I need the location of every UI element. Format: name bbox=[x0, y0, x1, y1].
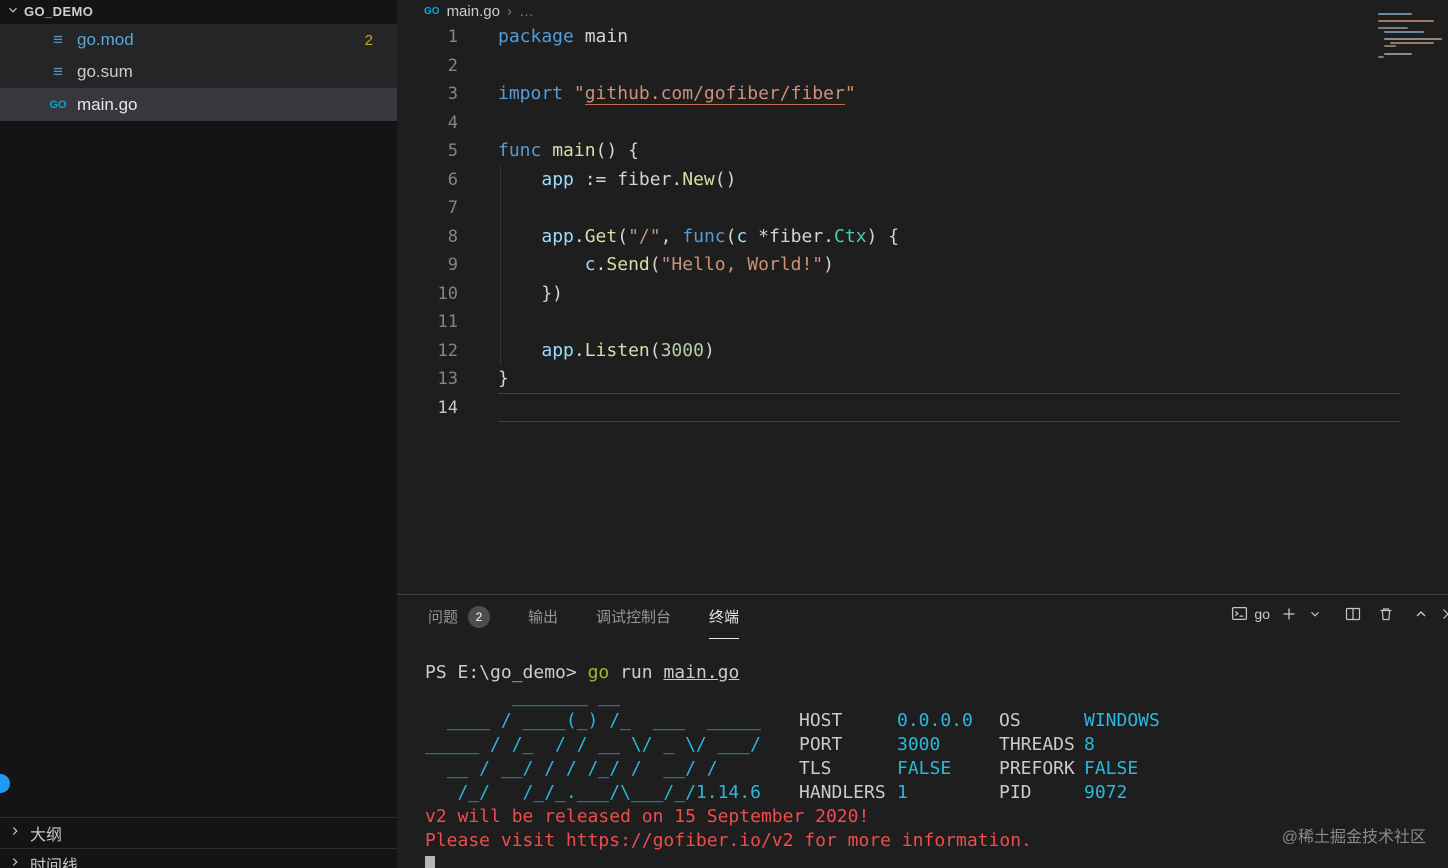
line-number: 9 bbox=[447, 255, 458, 275]
file-row-main-go[interactable]: GO main.go bbox=[0, 88, 397, 121]
terminal-icon bbox=[1231, 605, 1248, 622]
code-line: app.Get("/", func(c *fiber.Ctx) { bbox=[541, 225, 900, 247]
terminal-profile-label: go bbox=[1254, 605, 1270, 622]
problems-badge: 2 bbox=[468, 605, 491, 628]
minimap-line bbox=[1384, 45, 1396, 48]
chevron-right-icon bbox=[8, 855, 22, 868]
close-panel-button[interactable] bbox=[1440, 606, 1448, 622]
explorer-section-header[interactable]: GO_DEMO bbox=[0, 0, 397, 23]
file-name: main.go bbox=[77, 94, 138, 114]
file-row-go-sum[interactable]: ≡ go.sum bbox=[0, 56, 397, 88]
terminal-command-line: PS E:\go_demo> go run main.go bbox=[425, 662, 740, 683]
minimap[interactable] bbox=[1378, 13, 1446, 61]
banner-line: _______ __ bbox=[425, 686, 621, 707]
watermark: @稀土掘金技术社区 bbox=[1281, 829, 1426, 846]
code-line: app.Listen(3000) bbox=[541, 339, 715, 361]
line-number: 5 bbox=[447, 141, 458, 161]
tab-terminal[interactable]: 终端 bbox=[709, 595, 740, 639]
code-line: }) bbox=[498, 282, 564, 304]
code-line: } bbox=[498, 368, 509, 389]
code-line: package main bbox=[498, 26, 629, 47]
minimap-line bbox=[1384, 30, 1424, 33]
info-row: PORT 3000 THREADS 8 bbox=[799, 734, 1095, 755]
panel-tabs: 问题 2 输出 调试控制台 终端 bbox=[397, 595, 740, 639]
go-file-icon: GO bbox=[49, 98, 67, 111]
tab-output[interactable]: 输出 bbox=[528, 595, 558, 639]
breadcrumb-file[interactable]: main.go bbox=[447, 3, 500, 20]
sum-file-icon: ≡ bbox=[53, 62, 63, 81]
folder-title: GO_DEMO bbox=[24, 4, 94, 19]
sidebar-section-timeline[interactable]: 时间线 bbox=[0, 848, 397, 868]
tab-label: 问题 bbox=[428, 609, 459, 626]
minimap-line bbox=[1378, 20, 1434, 23]
section-label: 大纲 bbox=[30, 827, 63, 844]
sidebar-section-outline[interactable]: 大纲 bbox=[0, 817, 397, 848]
maximize-panel-button[interactable] bbox=[1413, 606, 1429, 622]
line-number: 1 bbox=[447, 27, 458, 47]
terminal-toolbar: go bbox=[1231, 605, 1448, 622]
line-number-active: 14 bbox=[437, 397, 458, 418]
kill-terminal-button[interactable] bbox=[1378, 606, 1394, 622]
file-name: go.sum bbox=[77, 62, 133, 81]
terminal-cursor bbox=[425, 856, 435, 868]
chevron-down-icon bbox=[6, 3, 20, 20]
code-line: func main() { bbox=[498, 140, 639, 161]
minimap-line bbox=[1378, 56, 1384, 59]
line-number: 4 bbox=[447, 112, 458, 133]
tab-label: 调试控制台 bbox=[596, 609, 672, 626]
split-terminal-button[interactable] bbox=[1345, 606, 1361, 622]
line-number: 12 bbox=[437, 340, 458, 361]
breadcrumb: GO main.go › … bbox=[397, 0, 534, 22]
tab-label: 输出 bbox=[528, 609, 559, 626]
problems-count-badge: 2 bbox=[364, 31, 373, 49]
explorer-sidebar: GO_DEMO ≡ go.mod 2 ≡ go.sum GO main.go 大… bbox=[0, 0, 397, 868]
info-row: HANDLERS 1 PID 9072 bbox=[799, 782, 1128, 803]
breadcrumb-separator-icon: › bbox=[506, 2, 512, 20]
file-name: go.mod bbox=[77, 30, 134, 49]
minimap-line bbox=[1378, 13, 1412, 15]
info-row: TLS FALSE PREFORK FALSE bbox=[799, 758, 1139, 779]
chevron-down-icon[interactable] bbox=[1308, 607, 1322, 621]
line-number: 8 bbox=[447, 226, 458, 247]
code-line: app := fiber.New() bbox=[541, 168, 737, 190]
terminal-profile[interactable]: go bbox=[1231, 605, 1270, 622]
minimap-line bbox=[1384, 38, 1442, 41]
line-number: 13 bbox=[437, 369, 458, 389]
line-number: 10 bbox=[437, 283, 458, 304]
line-number: 2 bbox=[447, 55, 458, 76]
minimap-line bbox=[1390, 41, 1434, 44]
minimap-line bbox=[1378, 27, 1408, 30]
tab-label: 终端 bbox=[709, 609, 740, 626]
code-line: import "github.com/gofiber/fiber" bbox=[498, 83, 856, 105]
minimap-line bbox=[1384, 52, 1412, 55]
code-line: c.Send("Hello, World!") bbox=[584, 254, 834, 275]
section-label: 时间线 bbox=[30, 858, 79, 868]
breadcrumb-ellipsis[interactable]: … bbox=[519, 3, 534, 20]
code-editor[interactable]: GO main.go › … 1 2 3 4 5 6 7 8 9 10 11 1… bbox=[397, 0, 1448, 594]
tab-debug-console[interactable]: 调试控制台 bbox=[596, 595, 671, 639]
server-info-table: HOST 0.0.0.0 OS WINDOWS PORT 3000 THREADS 8 TL… bbox=[799, 709, 1219, 805]
mod-file-icon: ≡ bbox=[53, 30, 63, 49]
line-number-gutter[interactable]: 1 2 3 4 5 6 7 8 9 10 11 12 13 14 bbox=[397, 23, 458, 422]
terminal-cursor-line bbox=[425, 853, 1448, 868]
line-number: 6 bbox=[447, 169, 458, 190]
chevron-right-icon bbox=[8, 824, 22, 843]
file-row-go-mod[interactable]: ≡ go.mod 2 bbox=[0, 24, 397, 56]
info-row: HOST 0.0.0.0 OS WINDOWS bbox=[799, 710, 1160, 731]
code-content: package main import "github.com/gofiber/… bbox=[498, 23, 899, 422]
line-number: 7 bbox=[447, 198, 458, 218]
line-number: 3 bbox=[447, 84, 458, 104]
tab-problems[interactable]: 问题 2 bbox=[428, 595, 491, 639]
line-number: 11 bbox=[437, 312, 458, 332]
fiber-banner: _______ __ ____ / ____(_) /_ ___ _____ _… bbox=[425, 685, 1448, 805]
new-terminal-button[interactable] bbox=[1281, 606, 1297, 622]
go-file-icon: GO bbox=[424, 5, 440, 17]
